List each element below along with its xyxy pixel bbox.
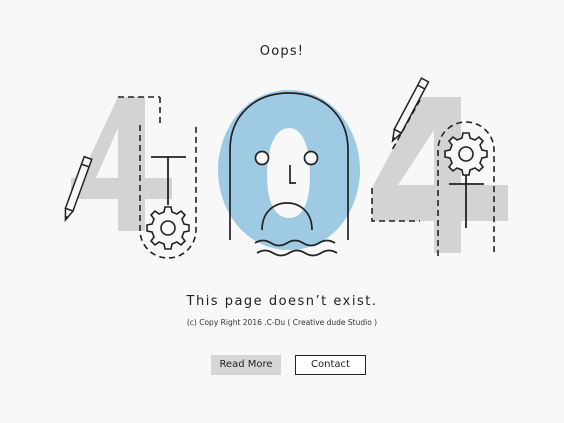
copyright-text: (c) Copy Right 2016 .C-Du ( Creative dud… <box>186 318 378 327</box>
digit-zero <box>218 90 360 250</box>
contact-button[interactable]: Contact <box>295 355 366 375</box>
digit-four-right <box>371 97 508 253</box>
gear-icon <box>146 206 190 250</box>
not-found-message: This page doesn’t exist. <box>186 294 378 309</box>
illustration-404 <box>64 77 508 259</box>
error-404-page: Oops! This page doesn’t exist. (c) Copy … <box>0 0 564 423</box>
gear-icon <box>444 132 488 176</box>
read-more-button[interactable]: Read More <box>211 355 281 375</box>
